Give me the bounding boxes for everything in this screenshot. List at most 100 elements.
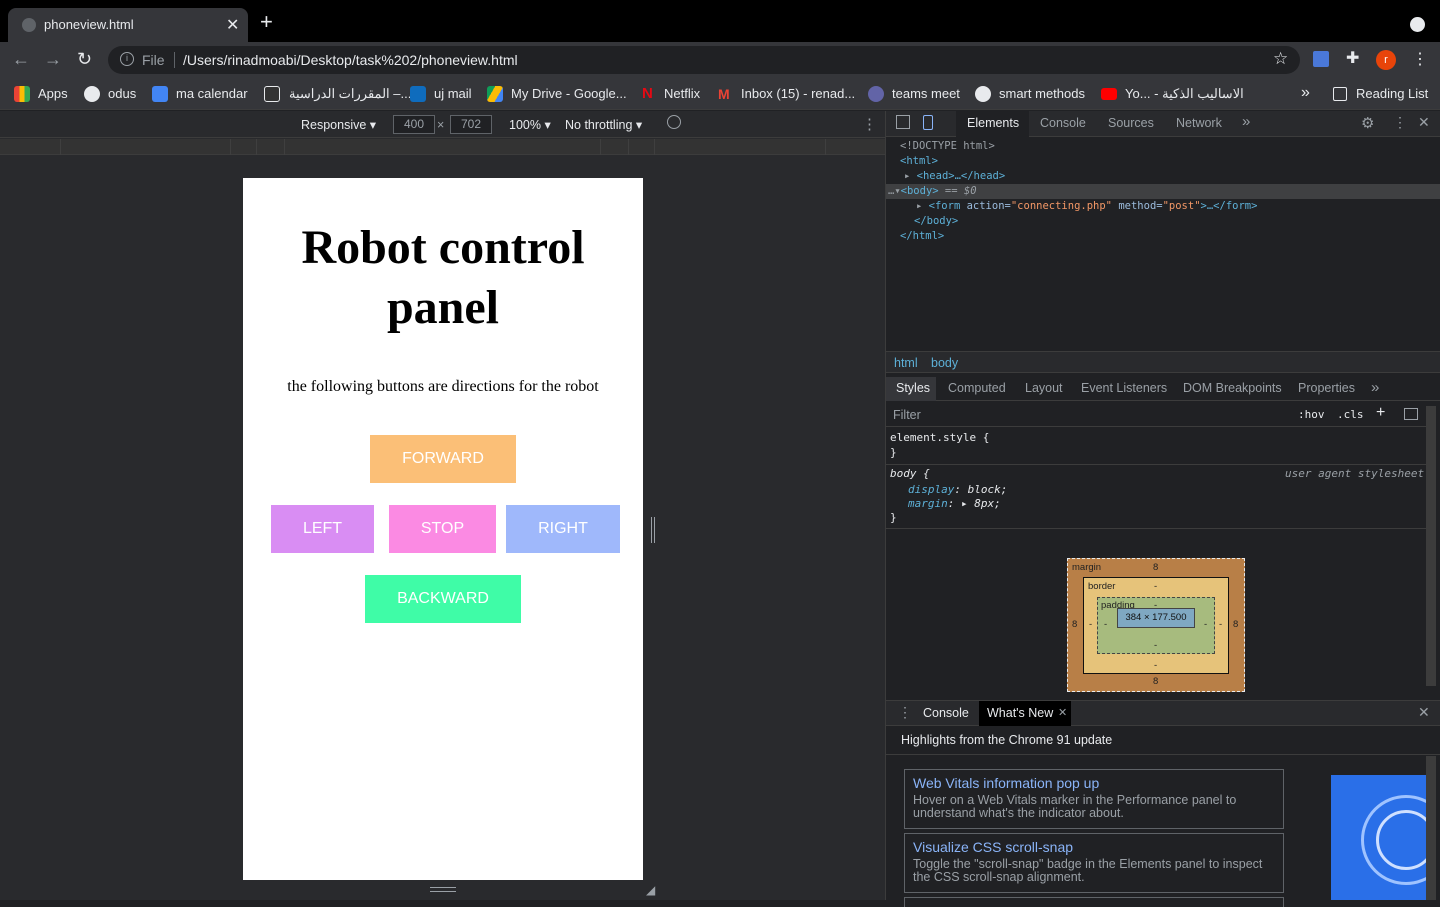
device-options-icon[interactable]: ⋮ [862, 115, 877, 133]
whats-new-card[interactable]: Web Vitals information pop up Hover on a… [904, 769, 1284, 829]
tab-console[interactable]: Console [1040, 116, 1086, 130]
bookmark-uj-mail[interactable]: uj mail [434, 86, 472, 101]
subtab-layout[interactable]: Layout [1025, 381, 1063, 395]
margin-top-value[interactable]: 8 [1153, 562, 1158, 573]
resize-handle-bottom[interactable] [430, 887, 456, 892]
border-right-value[interactable]: - [1219, 619, 1222, 630]
bookmark-inbox[interactable]: Inbox (15) - renad... [741, 86, 855, 101]
class-toggle[interactable]: .cls [1337, 408, 1364, 421]
padding-bottom-value[interactable]: - [1154, 640, 1157, 651]
whats-new-card[interactable]: Visualize CSS scroll-snap Toggle the "sc… [904, 833, 1284, 893]
close-devtools-icon[interactable]: ✕ [1418, 114, 1430, 131]
forward-button[interactable]: FORWARD [370, 435, 516, 483]
border-left-value[interactable]: - [1089, 619, 1092, 630]
devtools-menu-icon[interactable]: ⋮ [1393, 114, 1407, 131]
card-title[interactable]: Web Vitals information pop up [913, 775, 1099, 791]
subtab-computed[interactable]: Computed [948, 381, 1006, 395]
padding-left-value[interactable]: - [1104, 619, 1107, 630]
subtab-event-listeners[interactable]: Event Listeners [1081, 381, 1167, 395]
border-bottom-value[interactable]: - [1154, 660, 1157, 671]
address-bar[interactable]: i File /Users/rinadmoabi/Desktop/task%20… [108, 46, 1300, 74]
margin-property[interactable]: margin: ▸ 8px; [908, 497, 1001, 510]
drawer-tab-whats-new[interactable]: What's New [987, 706, 1053, 720]
resize-handle-corner[interactable]: ◢ [646, 883, 655, 897]
whats-new-card[interactable] [904, 897, 1284, 907]
zoom-select[interactable]: 100% ▾ [509, 117, 551, 132]
browser-tab[interactable]: phoneview.html ✕ [8, 8, 248, 42]
viewport-height-input[interactable]: 702 [450, 115, 492, 134]
reload-icon[interactable]: ↻ [77, 49, 92, 70]
throttling-select[interactable]: No throttling ▾ [565, 117, 642, 132]
extensions-puzzle-icon[interactable]: ✚ [1346, 48, 1359, 68]
tab-search-icon[interactable] [1410, 17, 1425, 32]
whats-new-scrollbar[interactable] [1426, 756, 1436, 900]
element-style-selector[interactable]: element.style { [890, 431, 989, 444]
browser-menu-icon[interactable]: ⋮ [1412, 50, 1428, 70]
drawer-tab-console[interactable]: Console [923, 706, 969, 720]
back-icon[interactable]: ← [12, 49, 30, 70]
bookmark-smart-methods[interactable]: smart methods [999, 86, 1085, 101]
rotate-icon[interactable] [667, 115, 681, 129]
bookmark-netflix[interactable]: Netflix [664, 86, 700, 101]
border-top-value[interactable]: - [1154, 581, 1157, 592]
right-button[interactable]: RIGHT [506, 505, 620, 553]
extension-icon[interactable] [1313, 51, 1329, 67]
forward-icon[interactable]: → [44, 49, 62, 70]
tab-sources[interactable]: Sources [1108, 116, 1154, 130]
bookmark-apps[interactable]: Apps [38, 86, 68, 101]
hover-state-toggle[interactable]: :hov [1298, 408, 1325, 421]
tab-close-icon[interactable]: ✕ [226, 15, 239, 35]
bookmark-teams-meet[interactable]: teams meet [892, 86, 960, 101]
body-close-line[interactable]: </body> [914, 215, 958, 227]
profile-avatar[interactable]: r [1376, 50, 1396, 70]
inspect-element-icon[interactable] [896, 115, 910, 129]
margin-right-value[interactable]: 8 [1233, 619, 1238, 630]
tab-elements[interactable]: Elements [967, 116, 1019, 130]
bookmark-youtube[interactable]: Yo... - الاساليب الذكية [1125, 86, 1244, 102]
viewport-width-input[interactable]: 400 [393, 115, 435, 134]
site-info-icon[interactable]: i [120, 52, 134, 66]
bookmark-my-drive[interactable]: My Drive - Google... [511, 86, 627, 101]
bookmark-odus[interactable]: odus [108, 86, 136, 101]
bookmark-courses[interactable]: المقررات الدراسية –... [289, 86, 411, 102]
body-rule-selector[interactable]: body { [890, 467, 930, 480]
more-tabs-icon[interactable]: » [1242, 113, 1250, 130]
html-open-line[interactable]: <html> [900, 155, 938, 167]
close-whats-new-icon[interactable]: ✕ [1058, 706, 1067, 719]
reading-list-button[interactable]: Reading List [1356, 86, 1428, 101]
form-line[interactable]: ▸ <form action="connecting.php" method="… [916, 200, 1257, 212]
media-query-ruler[interactable] [0, 139, 885, 155]
card-title[interactable]: Visualize CSS scroll-snap [913, 839, 1073, 855]
tab-network[interactable]: Network [1176, 116, 1222, 130]
margin-bottom-value[interactable]: 8 [1153, 676, 1158, 687]
device-toggle-icon[interactable] [923, 115, 933, 130]
stop-button[interactable]: STOP [389, 505, 496, 553]
display-property[interactable]: display: block; [908, 483, 1007, 496]
styles-filter-input[interactable]: Filter [893, 408, 921, 422]
subtab-properties[interactable]: Properties [1298, 381, 1355, 395]
styles-scrollbar[interactable] [1426, 406, 1436, 686]
breadcrumb-body[interactable]: body [931, 356, 958, 370]
new-tab-button[interactable]: + [260, 11, 273, 33]
html-close-line[interactable]: </html> [900, 230, 944, 242]
subtab-styles[interactable]: Styles [896, 381, 930, 395]
head-line[interactable]: ▸ <head>…</head> [904, 170, 1005, 182]
box-model-content-size[interactable]: 384 × 177.500 [1117, 608, 1195, 628]
drawer-menu-icon[interactable]: ⋮ [898, 704, 912, 721]
margin-left-value[interactable]: 8 [1072, 619, 1077, 630]
toggle-sidebar-icon[interactable] [1404, 408, 1418, 420]
url-text[interactable]: /Users/rinadmoabi/Desktop/task%202/phone… [183, 52, 518, 68]
left-button[interactable]: LEFT [271, 505, 374, 553]
bookmark-ma-calendar[interactable]: ma calendar [176, 86, 248, 101]
body-line[interactable]: …▾<body> == $0 [888, 185, 977, 197]
bookmark-star-icon[interactable]: ☆ [1273, 49, 1288, 69]
breadcrumb-html[interactable]: html [894, 356, 918, 370]
bookmarks-overflow-icon[interactable]: » [1301, 84, 1310, 102]
backward-button[interactable]: BACKWARD [365, 575, 521, 623]
drawer-close-icon[interactable]: ✕ [1418, 704, 1430, 721]
new-style-rule-icon[interactable]: + [1376, 404, 1385, 422]
resize-handle-right[interactable] [651, 517, 655, 543]
device-mode-select[interactable]: Responsive ▾ [301, 117, 376, 132]
more-subtabs-icon[interactable]: » [1371, 379, 1379, 396]
settings-gear-icon[interactable]: ⚙ [1361, 114, 1374, 132]
